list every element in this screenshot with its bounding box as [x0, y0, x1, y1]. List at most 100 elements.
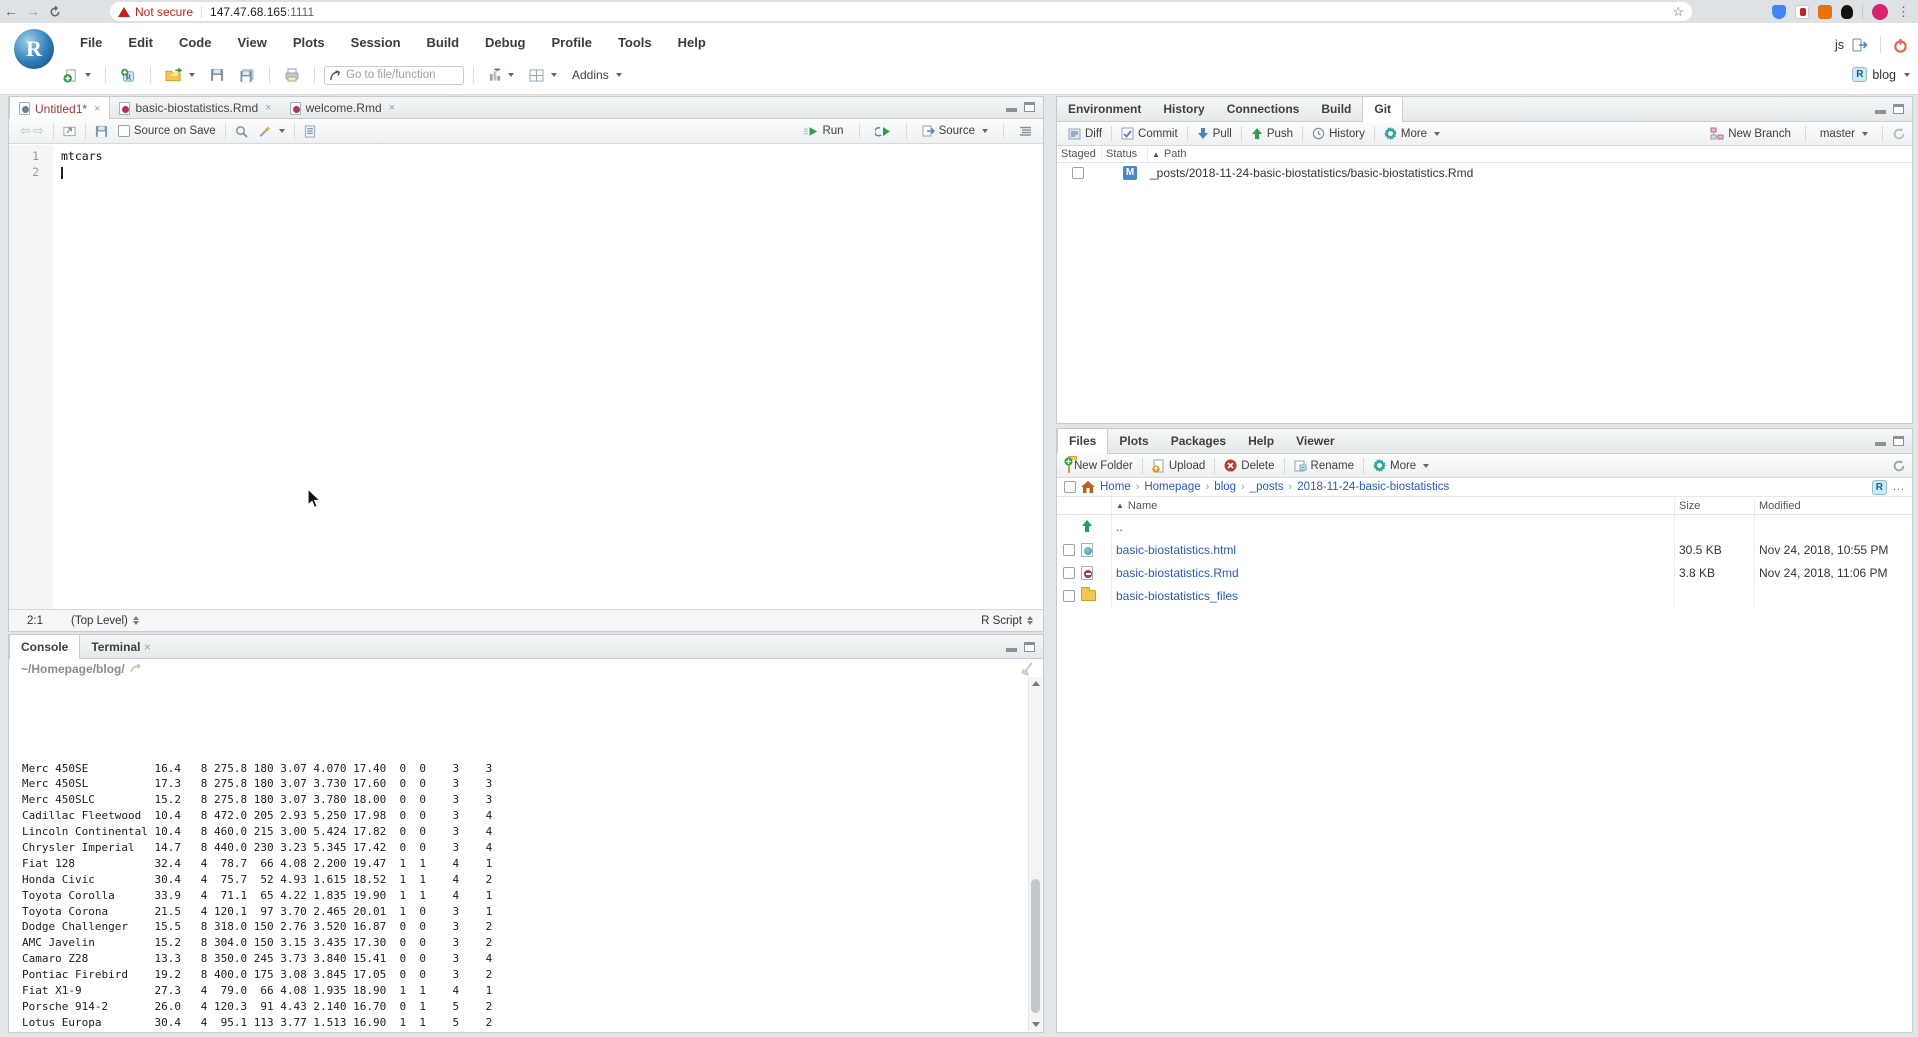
- tab-basic-biostatistics-rmd[interactable]: basic-biostatistics.Rmd ×: [110, 97, 280, 118]
- column-name[interactable]: ▲Name: [1111, 497, 1674, 514]
- file-checkbox[interactable]: [1063, 590, 1075, 602]
- column-size[interactable]: Size: [1674, 497, 1754, 514]
- tab-welcome-rmd[interactable]: welcome.Rmd ×: [281, 97, 404, 118]
- tab-console[interactable]: Console: [9, 635, 80, 659]
- minimize-pane-icon[interactable]: [1006, 108, 1017, 112]
- minimize-pane-icon[interactable]: [1006, 648, 1017, 652]
- project-menu[interactable]: R blog: [1852, 67, 1910, 82]
- branch-selector[interactable]: master: [1815, 126, 1873, 142]
- print-button[interactable]: [279, 66, 305, 84]
- more-button[interactable]: More: [1379, 125, 1445, 142]
- version-control-button[interactable]: [483, 66, 519, 84]
- pull-button[interactable]: Pull: [1192, 125, 1237, 142]
- staged-checkbox[interactable]: [1072, 167, 1084, 179]
- menu-item[interactable]: Session: [341, 33, 411, 52]
- open-in-new-window-icon[interactable]: [58, 123, 81, 139]
- extension-icon[interactable]: [1795, 5, 1809, 19]
- push-button[interactable]: Push: [1246, 125, 1298, 142]
- menu-item[interactable]: Help: [668, 33, 716, 52]
- select-all-checkbox[interactable]: [1064, 481, 1076, 493]
- tab-packages[interactable]: Packages: [1160, 429, 1237, 453]
- file-checkbox[interactable]: [1063, 544, 1075, 556]
- new-folder-button[interactable]: New Folder: [1063, 458, 1138, 474]
- new-file-button[interactable]: [58, 66, 96, 85]
- bookmark-star-icon[interactable]: ☆: [1672, 4, 1684, 20]
- scrollbar-thumb[interactable]: [1031, 879, 1040, 1013]
- tab-git[interactable]: Git: [1362, 97, 1403, 122]
- upload-button[interactable]: Upload: [1147, 457, 1210, 475]
- file-row-rmd[interactable]: basic-biostatistics.Rmd 3.8 KB Nov 24, 2…: [1057, 561, 1912, 584]
- tab-viewer[interactable]: Viewer: [1285, 429, 1345, 453]
- source-on-save-checkbox[interactable]: Source on Save: [113, 123, 221, 139]
- delete-button[interactable]: Delete: [1219, 457, 1279, 474]
- refresh-icon[interactable]: [1892, 459, 1906, 473]
- column-modified[interactable]: Modified: [1754, 497, 1912, 514]
- diff-button[interactable]: Diff: [1063, 126, 1107, 142]
- column-status[interactable]: Status: [1101, 146, 1147, 162]
- breadcrumb-current-dir[interactable]: 2018-11-24-basic-biostatistics: [1297, 481, 1449, 493]
- home-icon[interactable]: [1081, 481, 1095, 493]
- extension-orange-icon[interactable]: [1818, 5, 1832, 19]
- maximize-pane-icon[interactable]: [1024, 642, 1035, 652]
- breadcrumb-blog[interactable]: blog: [1214, 481, 1236, 493]
- close-icon[interactable]: ×: [94, 103, 100, 115]
- tab-plots[interactable]: Plots: [1108, 429, 1159, 453]
- source-button[interactable]: Source: [917, 123, 993, 139]
- maximize-pane-icon[interactable]: [1893, 436, 1904, 446]
- menu-item[interactable]: View: [227, 33, 276, 52]
- compile-report-icon[interactable]: [299, 123, 321, 140]
- breadcrumb-homepage[interactable]: Homepage: [1144, 481, 1200, 493]
- goto-file-input[interactable]: [346, 69, 456, 81]
- maximize-pane-icon[interactable]: [1024, 102, 1035, 112]
- tab-files[interactable]: Files: [1057, 429, 1108, 454]
- not-secure-label[interactable]: Not secure: [135, 5, 193, 19]
- tab-history[interactable]: History: [1152, 97, 1215, 121]
- sign-out-icon[interactable]: [1852, 38, 1868, 53]
- new-project-button[interactable]: R: [115, 66, 141, 85]
- breadcrumb-posts[interactable]: _posts: [1250, 481, 1284, 493]
- file-row-folder[interactable]: basic-biostatistics_files: [1057, 584, 1912, 607]
- forward-icon[interactable]: ⇨: [28, 121, 49, 141]
- more-button[interactable]: More: [1368, 457, 1434, 474]
- file-type-selector[interactable]: R Script: [981, 615, 1033, 627]
- quit-session-icon[interactable]: [1893, 37, 1908, 52]
- console-scrollbar[interactable]: [1028, 677, 1042, 1031]
- panes-layout-button[interactable]: [524, 67, 562, 84]
- gnome-foot-icon[interactable]: [1841, 5, 1853, 19]
- browser-profile-avatar[interactable]: [1872, 4, 1888, 20]
- save-all-button[interactable]: [234, 66, 260, 85]
- menu-item[interactable]: Tools: [608, 33, 662, 52]
- minimize-pane-icon[interactable]: [1875, 110, 1886, 114]
- open-file-button[interactable]: [160, 66, 200, 84]
- extension-shield-icon[interactable]: [1772, 5, 1786, 19]
- scroll-up-icon[interactable]: [1029, 677, 1042, 690]
- close-icon[interactable]: ×: [144, 640, 151, 654]
- tab-untitled1[interactable]: Untitled1* ×: [9, 97, 110, 119]
- file-row-html[interactable]: basic-biostatistics.html 30.5 KB Nov 24,…: [1057, 538, 1912, 561]
- run-button[interactable]: Run: [798, 123, 848, 139]
- file-row-parent[interactable]: ..: [1057, 515, 1912, 538]
- tab-environment[interactable]: Environment: [1057, 97, 1152, 121]
- url-text[interactable]: 147.47.68.165:1111: [210, 5, 314, 19]
- code-editor[interactable]: 1 2 mtcars: [9, 145, 1043, 609]
- menu-item[interactable]: Profile: [541, 33, 601, 52]
- menu-item[interactable]: Build: [417, 33, 470, 52]
- refresh-icon[interactable]: [1892, 127, 1906, 141]
- commit-button[interactable]: Commit: [1116, 125, 1183, 142]
- rerun-button[interactable]: [870, 124, 896, 139]
- menu-item[interactable]: Debug: [475, 33, 535, 52]
- save-button[interactable]: [205, 66, 229, 84]
- browser-back-icon[interactable]: ←: [0, 0, 22, 23]
- file-checkbox[interactable]: [1063, 567, 1075, 579]
- column-staged[interactable]: Staged: [1057, 146, 1101, 162]
- menu-item[interactable]: File: [70, 33, 112, 52]
- goto-file-function-box[interactable]: [324, 66, 464, 85]
- save-icon[interactable]: [90, 123, 113, 140]
- find-replace-icon[interactable]: [230, 123, 253, 140]
- address-bar[interactable]: Not secure 147.47.68.165:1111 ☆: [110, 2, 1692, 21]
- tab-build[interactable]: Build: [1310, 97, 1362, 121]
- maximize-pane-icon[interactable]: [1893, 104, 1904, 114]
- addins-button[interactable]: Addins: [567, 66, 627, 84]
- history-button[interactable]: History: [1307, 125, 1370, 142]
- menu-item[interactable]: Plots: [283, 33, 335, 52]
